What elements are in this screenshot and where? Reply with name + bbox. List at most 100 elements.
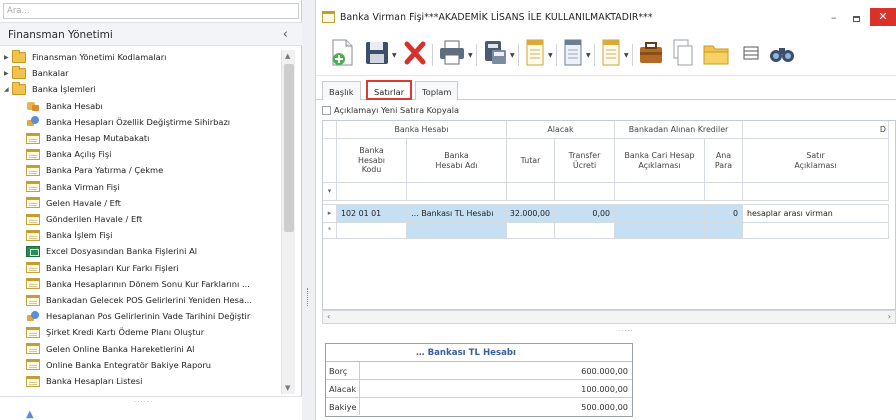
scroll-thumb[interactable] (284, 64, 294, 232)
tree-item[interactable]: Bankadan Gelecek POS Gelirlerini Yeniden… (26, 293, 252, 307)
new-row-cell[interactable] (743, 223, 889, 239)
cell-amount[interactable]: 32.000,00 (507, 205, 555, 223)
search-box[interactable] (3, 3, 299, 19)
tab-toplam[interactable]: Toplam (415, 81, 459, 100)
new-row-cell[interactable] (705, 223, 743, 239)
tree-item[interactable]: Banka Hesapları Kur Farkı Fişleri (26, 261, 179, 275)
save-dropdown-icon[interactable]: ▼ (392, 52, 397, 59)
column-bank-cari-description[interactable]: Banka Cari Hesap Açıklaması (615, 139, 705, 183)
tree-item[interactable]: Banka Hesabı (26, 99, 103, 113)
wizard-icon (26, 116, 40, 127)
tree-item-label: Finansman Yönetimi Kodlamaları (32, 52, 167, 62)
maximize-button[interactable] (853, 16, 860, 22)
close-button[interactable]: ✕ (870, 8, 896, 26)
new-document-icon[interactable] (330, 38, 356, 66)
tree-item[interactable]: ▶ Finansman Yönetimi Kodlamaları (4, 50, 166, 64)
tree-item[interactable]: Gelen Online Banka Hareketlerini Al (26, 342, 195, 356)
tab-satirlar[interactable]: Satırlar (366, 80, 413, 100)
copy-description-checkbox[interactable] (322, 105, 331, 115)
filter-cell[interactable] (407, 183, 507, 201)
filter-cell[interactable] (743, 183, 889, 201)
form-dropdown-icon[interactable]: ▼ (624, 52, 629, 59)
briefcase-icon[interactable] (638, 38, 664, 66)
save-icon[interactable] (364, 38, 390, 66)
folder-icon[interactable] (702, 38, 730, 66)
list-icon[interactable] (562, 38, 584, 66)
tree-item[interactable]: ◢ Banka İşlemleri (4, 81, 96, 96)
tree-item[interactable]: Banka İşlem Fişi (26, 228, 112, 242)
column-bank-account-name[interactable]: Banka Hesabı Adı (407, 139, 507, 183)
search-input[interactable] (4, 4, 298, 18)
copy-icon[interactable] (670, 38, 694, 66)
tab-baslik[interactable]: Başlık (322, 81, 361, 100)
tree-item[interactable]: Banka Hesap Mutabakatı (26, 131, 149, 145)
column-bank-account-code[interactable]: Banka Hesabı Kodu (337, 139, 407, 183)
column-line-description[interactable]: Satır Açıklaması (743, 139, 889, 183)
tree-item[interactable]: Banka Virman Fişi (26, 180, 120, 194)
tree-item[interactable]: Banka Hesapları Listesi (26, 374, 142, 388)
new-row-cell[interactable] (615, 223, 705, 239)
copy-description-option[interactable]: Açıklamayı Yeni Satıra Kopyala (322, 104, 459, 116)
splitter-grip-icon[interactable] (307, 288, 310, 306)
scroll-down-icon[interactable]: ▼ (285, 384, 290, 392)
filter-cell[interactable] (507, 183, 555, 201)
new-row-cell[interactable] (555, 223, 615, 239)
summary-label: Bakiye (326, 398, 360, 415)
calculator-dropdown-icon[interactable]: ▼ (510, 52, 515, 59)
bank-account-icon (26, 100, 40, 112)
tree-item[interactable]: Banka Açılış Fişi (26, 147, 111, 161)
tree-scrollbar[interactable]: ▲ ▼ (281, 50, 295, 394)
cell-bank-account-name[interactable]: … Bankası TL Hesabı (407, 205, 507, 223)
grid-icon[interactable] (740, 38, 762, 66)
tree-item[interactable]: Şirket Kredi Kartı Ödeme Planı Oluştur (26, 325, 204, 339)
calculator-icon[interactable] (482, 38, 508, 66)
column-transfer-fee[interactable]: Transfer Ücreti (555, 139, 615, 183)
minimize-button[interactable]: – (831, 11, 837, 24)
tree-item[interactable]: Excel Dosyasından Banka Fişlerini Al (26, 244, 197, 258)
tree-item[interactable]: Online Banka Entegratör Bakiye Raporu (26, 358, 211, 372)
column-amount[interactable]: Tutar (507, 139, 555, 183)
cell-transfer-fee[interactable]: 0,00 (555, 205, 615, 223)
filter-cell[interactable] (337, 183, 407, 201)
filter-cell[interactable] (555, 183, 615, 201)
list-dropdown-icon[interactable]: ▼ (586, 52, 591, 59)
binoculars-icon[interactable] (768, 38, 796, 66)
tree-item[interactable]: Gönderilen Havale / Eft (26, 212, 142, 226)
report-icon[interactable] (524, 38, 546, 66)
cell-principal[interactable]: 0 (705, 205, 743, 223)
print-dropdown-icon[interactable]: ▼ (468, 52, 473, 59)
filter-cell[interactable] (615, 183, 705, 201)
tree-item[interactable]: ▶ Bankalar (4, 65, 69, 80)
tree-item[interactable]: Hesaplanan Pos Gelirlerinin Vade Tarihin… (26, 309, 250, 323)
collapsed-arrow-icon[interactable]: ▶ (4, 54, 12, 61)
tree-item[interactable]: Gelen Havale / Eft (26, 196, 121, 210)
grid-horizontal-scrollbar[interactable]: ‹ › (322, 310, 896, 324)
scroll-up-icon[interactable]: ▲ (285, 52, 290, 60)
resize-grip-icon[interactable]: ······ (616, 328, 633, 335)
tree-item-label: Banka Para Yatırma / Çekme (46, 165, 164, 176)
new-row-cell[interactable] (337, 223, 407, 239)
print-icon[interactable] (438, 38, 466, 66)
resize-grip-icon[interactable]: ······ (134, 398, 153, 406)
home-icon[interactable]: ▲ (26, 409, 34, 420)
cell-bank-account-code[interactable]: 102 01 01 (337, 205, 407, 223)
collapse-panel-button[interactable]: ‹ (283, 27, 288, 42)
tree-item[interactable]: Banka Hesapları Özellik Değiştirme Sihir… (26, 115, 230, 129)
column-principal[interactable]: Ana Para (705, 139, 743, 183)
cell-bank-cari-description[interactable] (615, 205, 705, 223)
expanded-arrow-icon[interactable]: ◢ (4, 86, 12, 93)
scroll-right-icon[interactable]: › (888, 312, 891, 321)
collapsed-arrow-icon[interactable]: ▶ (4, 70, 12, 77)
tree-item-label: Banka İşlem Fişi (46, 230, 113, 241)
panel-splitter[interactable] (302, 0, 316, 420)
report-dropdown-icon[interactable]: ▼ (548, 52, 553, 59)
cell-line-description[interactable]: hesaplar arası virman (743, 205, 889, 223)
delete-icon[interactable] (402, 38, 428, 66)
tree-item[interactable]: Banka Para Yatırma / Çekme (26, 163, 163, 177)
tree-item[interactable]: Banka Hesaplarının Dönem Sonu Kur Farkla… (26, 277, 250, 291)
filter-cell[interactable] (705, 183, 743, 201)
scroll-left-icon[interactable]: ‹ (327, 312, 330, 321)
form-icon[interactable] (600, 38, 622, 66)
new-row-cell[interactable] (507, 223, 555, 239)
new-row-cell[interactable] (407, 223, 507, 239)
